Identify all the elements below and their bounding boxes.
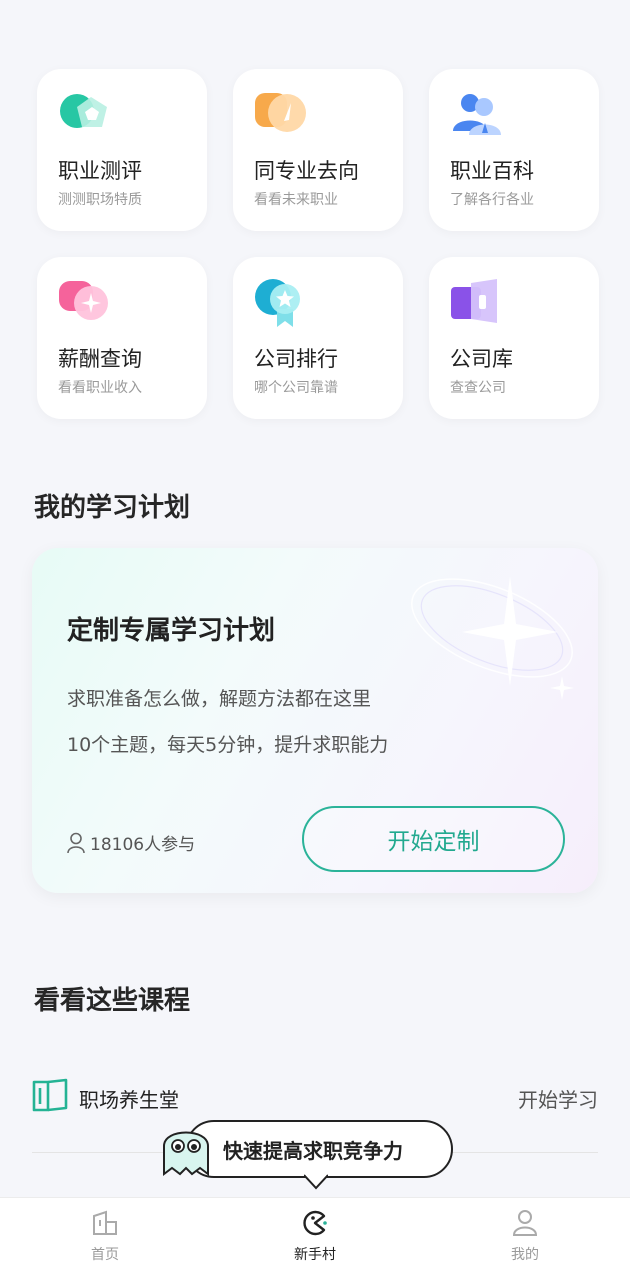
plan-description-line2: 10个主题，每天5分钟，提升求职能力 bbox=[67, 734, 389, 756]
tool-subtitle: 了解各行各业 bbox=[450, 192, 534, 208]
tab-label: 新手村 bbox=[294, 1247, 336, 1263]
tab-label: 我的 bbox=[511, 1247, 539, 1263]
tool-title: 职业测评 bbox=[58, 159, 142, 183]
home-icon bbox=[93, 1210, 117, 1235]
tool-subtitle: 看看职业收入 bbox=[58, 380, 142, 396]
person-icon bbox=[67, 832, 85, 853]
tool-card-salary-query[interactable]: 薪酬查询 看看职业收入 bbox=[37, 257, 207, 419]
ribbon-star-icon bbox=[255, 279, 300, 327]
tooltip-bubble: 快速提高求职竞争力 bbox=[185, 1120, 453, 1178]
bottom-tab-bar: 首页 新手村 我的 bbox=[0, 1197, 630, 1280]
pacman-icon bbox=[303, 1210, 327, 1236]
tool-subtitle: 哪个公司靠谱 bbox=[254, 380, 338, 396]
section-title-study-plan: 我的学习计划 bbox=[34, 493, 191, 523]
tooltip-tail bbox=[304, 1174, 328, 1190]
start-customize-button[interactable]: 开始定制 bbox=[302, 806, 565, 872]
tool-card-company-library[interactable]: 公司库 查查公司 bbox=[429, 257, 599, 419]
tab-label: 首页 bbox=[91, 1247, 119, 1263]
people-icon bbox=[453, 94, 501, 135]
sparkle-decoration-icon bbox=[411, 576, 574, 700]
chat-sparkle-icon bbox=[59, 281, 108, 320]
tool-title: 公司排行 bbox=[254, 347, 338, 371]
tool-card-major-destination[interactable]: 同专业去向 看看未来职业 bbox=[233, 69, 403, 231]
study-plan-card: 定制专属学习计划 求职准备怎么做，解题方法都在这里 10个主题，每天5分钟，提升… bbox=[32, 548, 598, 893]
tool-title: 职业百科 bbox=[450, 159, 534, 183]
compass-icon bbox=[255, 93, 306, 132]
tool-title: 同专业去向 bbox=[254, 159, 359, 183]
tool-subtitle: 看看未来职业 bbox=[254, 192, 338, 208]
plan-title: 定制专属学习计划 bbox=[67, 616, 276, 646]
start-learning-link[interactable]: 开始学习 bbox=[518, 1084, 598, 1113]
ghost-mascot-icon bbox=[163, 1131, 209, 1176]
tab-newbie-village[interactable]: 新手村 bbox=[255, 1208, 375, 1272]
door-icon bbox=[451, 279, 497, 323]
participant-count-label: 18106人参与 bbox=[90, 835, 196, 855]
user-icon bbox=[512, 1210, 538, 1236]
pentagon-badge-icon bbox=[60, 94, 107, 128]
book-icon bbox=[32, 1078, 68, 1112]
tool-card-career-assessment[interactable]: 职业测评 测测职场特质 bbox=[37, 69, 207, 231]
tab-mine[interactable]: 我的 bbox=[465, 1208, 585, 1272]
tool-subtitle: 测测职场特质 bbox=[58, 192, 142, 208]
section-title-courses: 看看这些课程 bbox=[34, 986, 191, 1016]
page: 职业测评 测测职场特质 同专业去向 看看未来职业 职业百科 了解各行各业 薪酬查… bbox=[0, 0, 630, 1280]
course-row[interactable]: 职场养生堂 开始学习 bbox=[32, 1072, 598, 1122]
participant-count: 18106人参与 bbox=[66, 830, 195, 855]
plan-description-line1: 求职准备怎么做，解题方法都在这里 bbox=[67, 688, 372, 710]
tool-title: 薪酬查询 bbox=[58, 347, 142, 371]
tab-home[interactable]: 首页 bbox=[45, 1208, 165, 1272]
tool-subtitle: 查查公司 bbox=[450, 380, 506, 396]
tooltip-text: 快速提高求职竞争力 bbox=[223, 1138, 403, 1163]
tool-card-career-wiki[interactable]: 职业百科 了解各行各业 bbox=[429, 69, 599, 231]
tool-title: 公司库 bbox=[450, 347, 513, 371]
tool-card-company-ranking[interactable]: 公司排行 哪个公司靠谱 bbox=[233, 257, 403, 419]
course-name: 职场养生堂 bbox=[79, 1088, 179, 1112]
